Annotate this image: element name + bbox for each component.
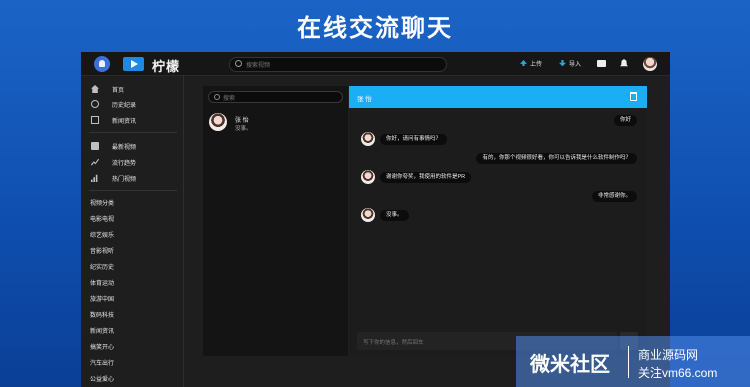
chat-header: 张 怡 [349,86,647,108]
sidebar-item-history[interactable]: 历史纪录 [81,97,181,111]
message-row: 非常感谢你。 [349,189,647,203]
avatar [361,208,375,222]
sidebar-item-home[interactable]: 首页 [81,82,181,96]
home-icon [91,85,99,93]
history-icon [91,100,99,108]
upload-icon [520,60,527,66]
category-item[interactable]: 体育运动 [90,278,114,287]
banner-title: 在线交流聊天 [297,15,453,42]
chat-contact-name: 张 怡 [357,96,372,103]
search-placeholder: 搜索视频 [246,63,271,69]
message-bubble-sent: 非常感谢你。 [591,191,637,202]
import-button[interactable]: 导入 [559,59,581,68]
category-heading: 视频分类 [90,201,115,207]
search-input[interactable]: 搜索视频 [229,57,447,72]
sidebar: 首页 历史纪录 新闻资讯 最新视频 流行趋势 热门视频 视频分类 电影电视 综艺… [81,76,184,387]
play-logo-icon [123,57,144,71]
sidebar-item-hot[interactable]: 热门视频 [81,171,181,185]
upload-button[interactable]: 上传 [520,59,542,68]
sidebar-item-trending[interactable]: 流行趋势 [81,155,181,169]
category-item[interactable]: 汽车出行 [90,358,114,367]
sidebar-item-label: 热门视频 [112,177,137,183]
download-icon [559,60,566,67]
sidebar-item-label: 历史纪录 [112,103,137,109]
logo-text: 柠檬 [152,59,181,74]
bell-icon[interactable] [620,59,628,67]
watermark-line2: 关注vm66.com [638,366,718,380]
category-item[interactable]: 新闻资讯 [90,326,114,335]
chat-panel: 张 怡 你好 你好，请问有事情吗？ 有的，你那个视频很好看，你可以告诉我是什么软… [349,86,647,356]
message-placeholder: 写下你的信息，然后回车 [363,340,424,346]
sidebar-item-label: 最新视频 [112,145,137,151]
contact-panel: 搜索 张 怡 没事。 [203,86,348,356]
message-bubble-sent: 你好 [613,115,637,126]
contact-name: 张 怡 [235,118,249,124]
contact-search-input[interactable]: 搜索 [208,91,343,103]
category-item[interactable]: 综艺娱乐 [90,230,114,239]
message-bubble-received: 谢谢你夸奖，我使用的软件是PR [380,172,472,183]
category-item[interactable]: 公益爱心 [90,374,114,383]
message-row: 你好 [349,113,647,127]
avatar [361,132,375,146]
category-item[interactable]: 旅游中国 [90,294,114,303]
category-item[interactable]: 搞笑开心 [90,342,114,351]
lightbulb-icon[interactable] [94,56,110,72]
watermark: 微米社区 商业源码网 关注vm66.com [516,336,750,387]
category-item[interactable]: 纪实历史 [90,262,114,271]
contact-item[interactable]: 张 怡 没事。 [203,112,348,140]
sidebar-item-latest[interactable]: 最新视频 [81,139,181,153]
search-icon [235,60,242,67]
contact-search-placeholder: 搜索 [223,96,236,102]
category-item[interactable]: 音影视听 [90,246,114,255]
news-icon [91,116,99,124]
hot-icon [91,174,98,182]
contact-preview: 没事。 [235,126,252,132]
avatar [209,113,227,131]
sidebar-item-label: 流行趋势 [112,161,137,167]
message-bubble-received: 没事。 [380,210,409,221]
message-row: 你好，请问有事情吗？ [349,132,647,146]
import-label: 导入 [569,62,582,68]
user-avatar[interactable] [643,57,657,71]
trend-icon [91,158,99,166]
message-row: 有的，你那个视频很好看，你可以告诉我是什么软件制作吗？ [349,151,647,165]
top-bar: 柠檬 搜索视频 上传 导入 [81,52,670,76]
watermark-line1: 商业源码网 [638,348,699,362]
watermark-title: 微米社区 [530,354,610,376]
divider [89,132,177,133]
divider [89,190,177,191]
category-item[interactable]: 电影电视 [90,214,114,223]
message-row: 谢谢你夸奖，我使用的软件是PR [349,170,647,184]
sidebar-item-news[interactable]: 新闻资讯 [81,113,181,127]
trash-icon[interactable] [630,92,637,101]
message-row: 没事。 [349,208,647,222]
sidebar-item-label: 首页 [112,88,125,94]
video-icon [91,142,99,150]
message-bubble-received: 你好，请问有事情吗？ [380,134,448,145]
search-icon [214,94,220,100]
upload-label: 上传 [530,62,543,68]
avatar [361,170,375,184]
category-item[interactable]: 数码科技 [90,310,114,319]
message-icon[interactable] [597,60,606,67]
sidebar-item-label: 新闻资讯 [112,119,137,125]
watermark-divider [628,346,629,378]
message-bubble-sent: 有的，你那个视频很好看，你可以告诉我是什么软件制作吗？ [476,153,637,164]
